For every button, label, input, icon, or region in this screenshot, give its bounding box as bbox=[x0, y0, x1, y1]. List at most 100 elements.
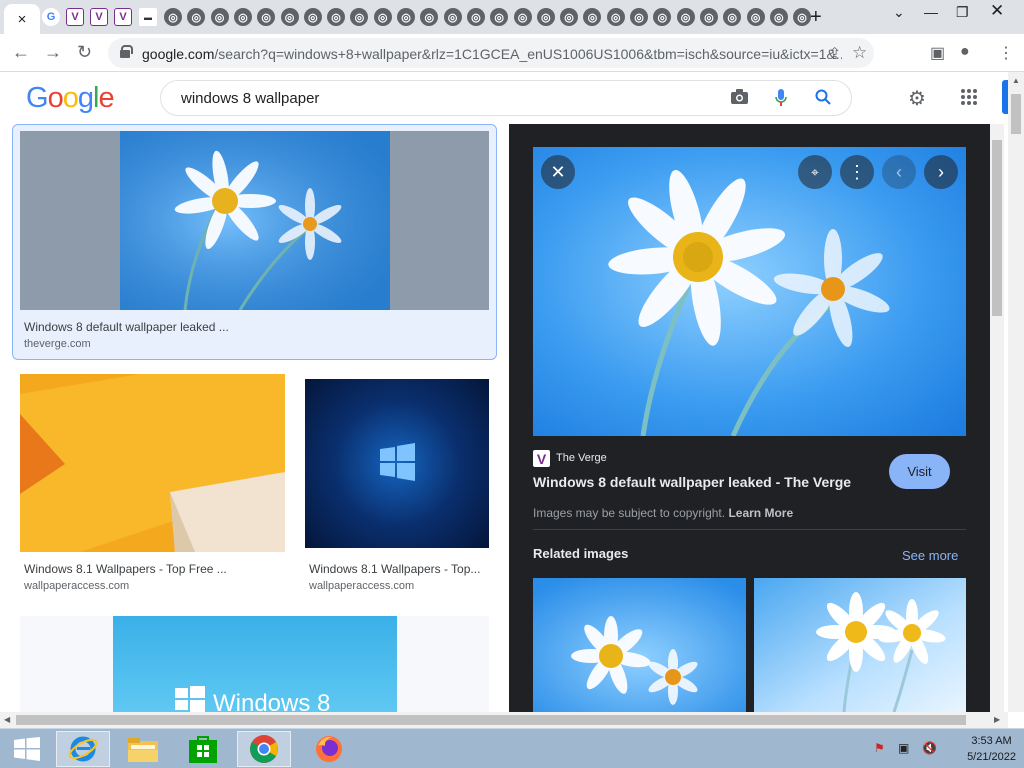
result-image[interactable] bbox=[305, 379, 489, 548]
tab-chrome-favicon-icon[interactable]: ◎ bbox=[233, 8, 252, 26]
tab-chrome-favicon-icon[interactable]: ◎ bbox=[490, 8, 509, 26]
scroll-right-icon[interactable]: ▶ bbox=[994, 715, 1000, 724]
search-icon[interactable] bbox=[815, 89, 831, 110]
close-preview-icon[interactable]: ✕ bbox=[541, 155, 575, 189]
tab-chrome-favicon-icon[interactable]: ◎ bbox=[350, 8, 369, 26]
tab-search-icon[interactable]: ⌄ bbox=[893, 4, 905, 21]
see-more-link[interactable]: See more bbox=[902, 548, 958, 563]
new-tab-button[interactable]: + bbox=[810, 6, 822, 29]
tab-chrome-favicon-icon[interactable]: ◎ bbox=[793, 8, 812, 26]
google-logo[interactable]: Google bbox=[26, 82, 115, 115]
tab-chrome-favicon-icon[interactable]: ◎ bbox=[397, 8, 415, 26]
tab-chrome-favicon-icon[interactable]: ◎ bbox=[466, 8, 485, 26]
close-tab-icon[interactable]: × bbox=[18, 11, 27, 28]
start-button[interactable] bbox=[0, 731, 54, 767]
tab-chrome-favicon-icon[interactable]: ◎ bbox=[560, 8, 579, 26]
tab-verge-icon[interactable]: V bbox=[114, 8, 132, 26]
result-image[interactable] bbox=[20, 374, 285, 552]
result-source[interactable]: theverge.com bbox=[24, 338, 91, 350]
panel-scroll-thumb[interactable] bbox=[992, 140, 1002, 316]
tab-chrome-favicon-icon[interactable]: ◎ bbox=[373, 8, 392, 26]
bookmark-star-icon[interactable]: ☆ bbox=[852, 43, 867, 63]
tab-chrome-favicon-icon[interactable]: ◎ bbox=[630, 8, 648, 26]
tab-chrome-favicon-icon[interactable]: ◎ bbox=[443, 8, 462, 26]
result-image[interactable] bbox=[20, 131, 489, 310]
result-title[interactable]: Windows 8.1 Wallpapers - Top... bbox=[309, 562, 480, 576]
result-source[interactable]: wallpaperaccess.com bbox=[309, 580, 414, 592]
profile-icon[interactable]: ● bbox=[960, 43, 970, 61]
network-icon[interactable]: ▣ bbox=[898, 741, 909, 755]
result-title[interactable]: Windows 8.1 Wallpapers - Top Free ... bbox=[24, 562, 227, 576]
tab-chrome-favicon-icon[interactable]: ◎ bbox=[723, 8, 742, 26]
lens-search-icon[interactable]: ⌖ bbox=[798, 155, 832, 189]
reload-icon[interactable]: ↻ bbox=[77, 42, 92, 63]
preview-source-name[interactable]: The Verge bbox=[556, 452, 607, 464]
apps-grid-icon[interactable] bbox=[960, 88, 978, 112]
preview-image[interactable] bbox=[533, 147, 966, 436]
tab-chrome-favicon-icon[interactable]: ◎ bbox=[536, 8, 555, 26]
result-image[interactable]: Windows 8 bbox=[20, 616, 489, 712]
side-panel-icon[interactable]: ▣ bbox=[930, 43, 945, 63]
tab-chrome-favicon-icon[interactable]: ◎ bbox=[513, 8, 532, 26]
tab-chrome-favicon-icon[interactable]: ◎ bbox=[280, 8, 299, 26]
tab-chrome-favicon-icon[interactable]: ◎ bbox=[676, 8, 695, 26]
url-text[interactable]: google.com/search?q=windows+8+wallpaper&… bbox=[142, 46, 842, 62]
tab-chrome-favicon-icon[interactable]: ◎ bbox=[699, 8, 718, 26]
tab-verge-icon[interactable]: V bbox=[90, 8, 108, 26]
preview-title[interactable]: Windows 8 default wallpaper leaked - The… bbox=[533, 474, 851, 490]
scroll-up-icon[interactable]: ▲ bbox=[1012, 76, 1020, 85]
tab-chrome-favicon-icon[interactable]: ◎ bbox=[210, 8, 229, 26]
scroll-left-icon[interactable]: ◀ bbox=[4, 715, 10, 724]
menu-kebab-icon[interactable]: ⋮ bbox=[998, 43, 1014, 63]
result-title[interactable]: Windows 8 default wallpaper leaked ... bbox=[24, 320, 229, 334]
more-options-icon[interactable]: ⋮ bbox=[840, 155, 874, 189]
volume-muted-icon[interactable]: 🔇 bbox=[922, 741, 937, 755]
tab-google-icon[interactable]: G bbox=[42, 8, 60, 26]
search-box[interactable]: windows 8 wallpaper bbox=[160, 80, 852, 116]
page-scroll-thumb[interactable] bbox=[1011, 94, 1021, 134]
chrome-icon[interactable] bbox=[237, 731, 291, 767]
learn-more-link[interactable]: Learn More bbox=[728, 506, 793, 520]
tab-chrome-favicon-icon[interactable]: ◎ bbox=[257, 8, 276, 26]
previous-image-icon[interactable]: ‹ bbox=[882, 155, 916, 189]
back-icon[interactable]: ← bbox=[12, 42, 30, 63]
panel-scrollbar[interactable] bbox=[990, 124, 1004, 712]
horizontal-scroll-thumb[interactable] bbox=[16, 715, 966, 725]
store-icon[interactable] bbox=[176, 731, 230, 767]
tab-chrome-favicon-icon[interactable]: ◎ bbox=[746, 8, 765, 26]
internet-explorer-icon[interactable] bbox=[56, 731, 110, 767]
tab-chrome-favicon-icon[interactable]: ◎ bbox=[769, 8, 788, 26]
tab-chrome-favicon-icon[interactable]: ◎ bbox=[327, 8, 346, 26]
related-image[interactable] bbox=[533, 578, 746, 712]
tab-site-icon[interactable]: ▬ bbox=[139, 8, 157, 26]
address-bar[interactable]: google.com/search?q=windows+8+wallpaper&… bbox=[108, 38, 874, 68]
firefox-icon[interactable] bbox=[302, 731, 356, 767]
related-image[interactable] bbox=[754, 578, 966, 712]
tab-chrome-favicon-icon[interactable]: ◎ bbox=[653, 8, 672, 26]
tab-chrome-favicon-icon[interactable]: ◎ bbox=[303, 8, 322, 26]
tab-verge-icon[interactable]: V bbox=[66, 8, 84, 26]
network-alert-icon[interactable]: ⚑ bbox=[874, 741, 885, 755]
page-scrollbar[interactable]: ▲ bbox=[1008, 72, 1024, 712]
horizontal-scrollbar[interactable]: ◀ ▶ bbox=[0, 712, 1008, 728]
share-icon[interactable]: ⇪ bbox=[828, 44, 841, 64]
tab-chrome-favicon-icon[interactable]: ◎ bbox=[164, 8, 182, 26]
minimize-icon[interactable]: — bbox=[924, 4, 938, 20]
tab-chrome-favicon-icon[interactable]: ◎ bbox=[583, 8, 602, 26]
restore-icon[interactable]: ❐ bbox=[956, 4, 969, 21]
search-input[interactable]: windows 8 wallpaper bbox=[181, 90, 319, 107]
tab-chrome-favicon-icon[interactable]: ◎ bbox=[420, 8, 439, 26]
close-window-icon[interactable]: ✕ bbox=[990, 1, 1004, 21]
system-clock[interactable]: 3:53 AM 5/21/2022 bbox=[967, 733, 1016, 765]
visit-button[interactable]: Visit bbox=[889, 454, 950, 489]
settings-gear-icon[interactable]: ⚙ bbox=[908, 86, 926, 111]
file-explorer-icon[interactable] bbox=[116, 731, 170, 767]
microphone-icon[interactable] bbox=[775, 89, 787, 111]
active-tab[interactable]: × bbox=[4, 4, 40, 34]
next-image-icon[interactable]: › bbox=[924, 155, 958, 189]
tab-chrome-favicon-icon[interactable]: ◎ bbox=[606, 8, 625, 26]
tab-chrome-favicon-icon[interactable]: ◎ bbox=[187, 8, 206, 26]
result-source[interactable]: wallpaperaccess.com bbox=[24, 580, 129, 592]
forward-icon[interactable]: → bbox=[44, 42, 62, 63]
camera-icon[interactable] bbox=[731, 89, 748, 109]
